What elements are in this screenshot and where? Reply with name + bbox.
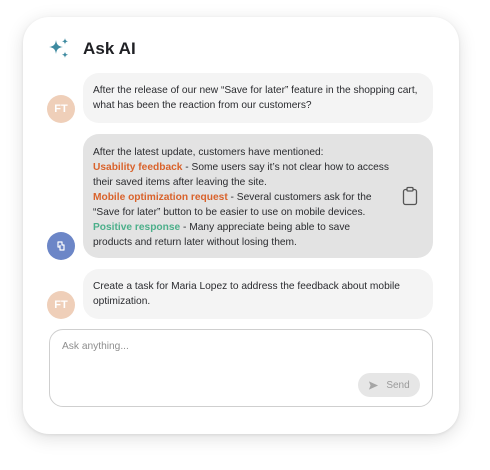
ask-input[interactable] — [62, 341, 417, 371]
clipboard-icon[interactable] — [401, 186, 419, 206]
assistant-point-positive: Positive response - Many appreciate bein… — [93, 220, 389, 250]
panel-header: Ask AI — [47, 37, 136, 61]
message-assistant: After the latest update, customers have … — [47, 134, 433, 260]
assistant-message-bubble: After the latest update, customers have … — [83, 134, 433, 258]
user-message-text: After the release of our new “Save for l… — [93, 85, 418, 111]
assistant-intro: After the latest update, customers have … — [93, 147, 324, 158]
point-label-mobile: Mobile optimization request — [93, 192, 228, 203]
user-avatar: FT — [47, 95, 75, 123]
user-message-bubble: After the release of our new “Save for l… — [83, 73, 433, 123]
send-button[interactable]: Send — [358, 373, 420, 397]
message-user-1: FT After the release of our new “Save fo… — [47, 73, 433, 123]
message-composer: Send — [49, 329, 433, 407]
ask-ai-panel: Ask AI FT After the release of our new “… — [23, 17, 459, 434]
message-user-2: FT Create a task for Maria Lopez to addr… — [47, 269, 433, 319]
panel-title: Ask AI — [83, 39, 136, 58]
send-icon — [369, 380, 379, 390]
user-avatar: FT — [47, 291, 75, 319]
assistant-point-mobile: Mobile optimization request - Several cu… — [93, 190, 389, 220]
send-label: Send — [386, 379, 410, 391]
point-label-positive: Positive response — [93, 222, 181, 233]
assistant-point-usability: Usability feedback - Some users say it’s… — [93, 160, 389, 190]
ai-assistant-icon — [57, 241, 65, 251]
user-message-bubble: Create a task for Maria Lopez to address… — [83, 269, 433, 319]
user-message-text: Create a task for Maria Lopez to address… — [93, 281, 400, 307]
ai-avatar — [47, 232, 75, 260]
sparkle-icon — [49, 38, 69, 58]
point-label-usability: Usability feedback — [93, 162, 183, 173]
